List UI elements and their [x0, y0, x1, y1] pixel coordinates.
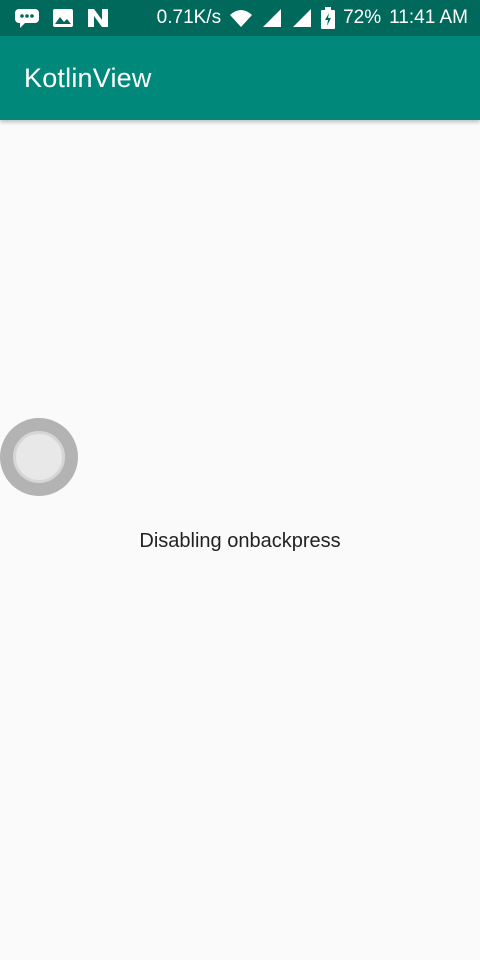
image-icon — [52, 8, 74, 28]
battery-icon — [321, 7, 336, 29]
status-message: Disabling onbackpress — [139, 530, 341, 552]
signal-icon-2 — [291, 8, 313, 28]
assistive-touch-inner — [13, 431, 65, 483]
n-app-icon — [86, 8, 110, 28]
battery-level: 72% — [343, 7, 382, 28]
app-bar: KotlinView — [0, 36, 480, 120]
clock: 11:41 AM — [389, 7, 468, 28]
status-notification-icons — [14, 8, 110, 28]
net-speed: 0.71K/s — [156, 7, 222, 28]
assistive-touch-button[interactable] — [0, 418, 78, 496]
signal-icon — [261, 8, 283, 28]
wifi-icon — [229, 8, 253, 28]
message-icon — [14, 8, 40, 28]
main-content: Disabling onbackpress — [0, 120, 480, 960]
app-title: KotlinView — [24, 62, 152, 93]
status-system-info: 0.71K/s 72% 11:41 AM — [157, 7, 468, 29]
status-bar: 0.71K/s 72% 11:41 AM — [0, 0, 480, 36]
